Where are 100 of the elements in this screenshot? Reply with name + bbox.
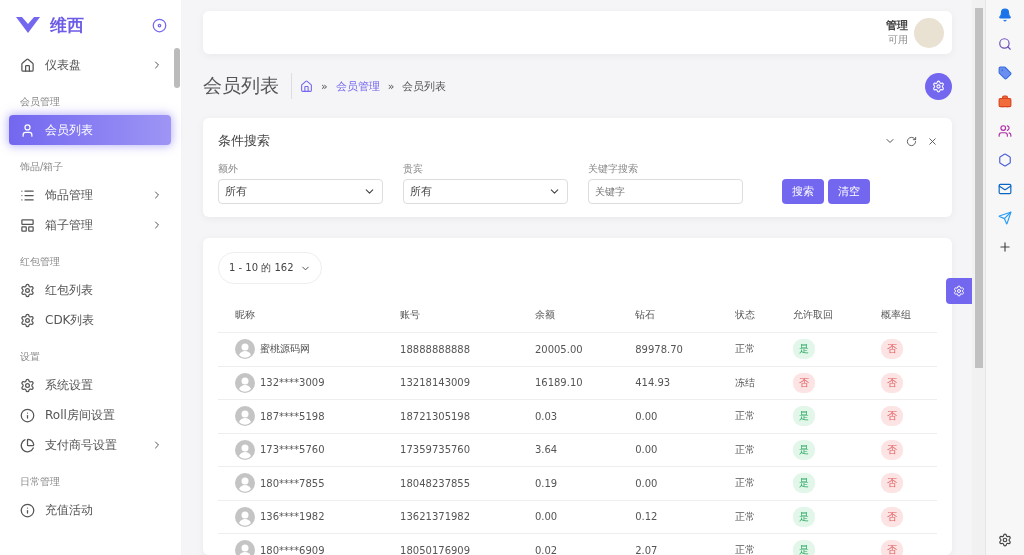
- breadcrumb-separator: »: [387, 79, 395, 93]
- table-cell: 0.12: [618, 500, 719, 534]
- gear-icon: [20, 377, 35, 393]
- column-header: 钻石: [618, 298, 719, 333]
- mail-icon[interactable]: [998, 182, 1012, 196]
- field-label: 贵宾: [403, 162, 424, 176]
- search-icon[interactable]: [998, 37, 1012, 51]
- bell-icon[interactable]: [998, 8, 1012, 22]
- info-icon: [20, 502, 35, 518]
- sidebar-item[interactable]: 系统设置: [9, 370, 171, 400]
- home-icon[interactable]: [300, 79, 313, 93]
- breadcrumb-current: 会员列表: [402, 78, 447, 94]
- table-cell: 18050176909: [383, 533, 518, 555]
- layout-icon: [20, 217, 35, 233]
- hexagon-icon[interactable]: [998, 153, 1012, 167]
- section-title: 设置: [19, 350, 41, 364]
- status-badge: 是: [792, 506, 815, 527]
- table-cell: 18048237855: [383, 466, 518, 500]
- sidebar-item[interactable]: 饰品管理: [9, 180, 171, 210]
- field-label: 关键字搜索: [588, 162, 639, 176]
- table-cell: 0.00: [618, 399, 719, 433]
- column-header: 余额: [517, 298, 619, 333]
- user-status: 可用: [887, 33, 908, 47]
- avatar-icon: [235, 506, 255, 527]
- table-cell: 18888888888: [383, 332, 518, 366]
- table-cell: 89978.70: [618, 332, 719, 366]
- settings-button[interactable]: [925, 72, 952, 100]
- table-cell: 0.03: [517, 399, 619, 433]
- table-cell: 正常: [718, 433, 776, 467]
- table-cell: 0.02: [517, 533, 619, 555]
- status-badge: 否: [881, 473, 904, 494]
- sidebar-item[interactable]: 会员列表: [9, 115, 171, 145]
- avatar-icon: [235, 406, 255, 427]
- table-cell: 0.00: [517, 500, 619, 534]
- table-cell: 正常: [718, 466, 776, 500]
- sidebar-item[interactable]: 支付商号设置: [9, 430, 171, 460]
- close-icon[interactable]: [927, 135, 938, 147]
- logo-icon: [16, 17, 40, 33]
- select-field[interactable]: 所有: [218, 179, 383, 204]
- status-badge: 否: [792, 372, 815, 393]
- table-cell: 13218143009: [383, 366, 518, 400]
- scrollbar-thumb[interactable]: [974, 8, 983, 368]
- people-icon[interactable]: [998, 124, 1012, 138]
- status-badge: 否: [881, 506, 904, 527]
- table-cell: 20005.00: [517, 332, 619, 366]
- home-icon: [20, 57, 35, 73]
- sidebar-item[interactable]: 仪表盘: [9, 50, 171, 80]
- section-title: 日常管理: [19, 475, 61, 489]
- table-cell: 0.00: [618, 466, 719, 500]
- clear-button[interactable]: 清空: [828, 179, 870, 204]
- table-cell: 正常: [718, 533, 776, 555]
- nickname: 132****3009: [260, 377, 325, 389]
- table-cell: 17359735760: [383, 433, 518, 467]
- list-icon: [20, 187, 35, 203]
- column-header: 账号: [383, 298, 518, 333]
- table-cell: 正常: [718, 399, 776, 433]
- page-range-dropdown[interactable]: 1 - 10 的 162: [218, 252, 322, 284]
- select-field[interactable]: 所有: [403, 179, 568, 204]
- table-cell: 3.64: [517, 433, 619, 467]
- sidebar-item[interactable]: 红包列表: [9, 275, 171, 305]
- breadcrumb-link[interactable]: 会员管理: [335, 78, 380, 94]
- briefcase-icon[interactable]: [998, 95, 1012, 109]
- status-badge: 否: [881, 339, 904, 360]
- search-button[interactable]: 搜索: [782, 179, 824, 204]
- sidebar-item[interactable]: 箱子管理: [9, 210, 171, 240]
- gear-icon: [20, 312, 35, 328]
- refresh-icon[interactable]: [906, 135, 917, 147]
- nickname: 180****7855: [260, 477, 325, 489]
- gear-icon: [953, 285, 965, 297]
- add-icon[interactable]: [998, 240, 1012, 254]
- section-title: 红包管理: [19, 255, 61, 269]
- gear-icon: [20, 282, 35, 298]
- tag-icon[interactable]: [998, 66, 1012, 80]
- send-icon[interactable]: [998, 211, 1012, 225]
- status-badge: 否: [881, 372, 904, 393]
- status-badge: 否: [881, 439, 904, 460]
- status-badge: 是: [792, 439, 815, 460]
- status-badge: 是: [792, 339, 815, 360]
- table-cell: 414.93: [618, 366, 719, 400]
- status-badge: 否: [881, 406, 904, 427]
- settings-icon[interactable]: [998, 533, 1012, 547]
- avatar-icon: [235, 339, 255, 360]
- table-cell: 2.07: [618, 533, 719, 555]
- avatar-icon: [235, 473, 255, 494]
- nickname: 蜜桃源码网: [260, 342, 310, 357]
- settings-tab[interactable]: [946, 278, 972, 304]
- column-header: 昵称: [218, 298, 384, 333]
- sidebar-item[interactable]: CDK列表: [9, 305, 171, 335]
- sidebar-item[interactable]: Roll房间设置: [9, 400, 171, 430]
- sidebar-item[interactable]: 充值活动: [9, 495, 171, 525]
- info-icon: [20, 407, 35, 423]
- pie-chart-icon: [20, 437, 35, 453]
- table-cell: 13621371982: [383, 500, 518, 534]
- table-cell: 正常: [718, 332, 776, 366]
- keyword-field[interactable]: 关键字: [588, 179, 743, 204]
- table-cell: 冻结: [718, 366, 776, 400]
- section-title: 会员管理: [19, 95, 61, 109]
- nickname: 136****1982: [260, 511, 325, 523]
- page-title: 会员列表: [203, 73, 292, 99]
- column-header: 允许取回: [775, 298, 865, 333]
